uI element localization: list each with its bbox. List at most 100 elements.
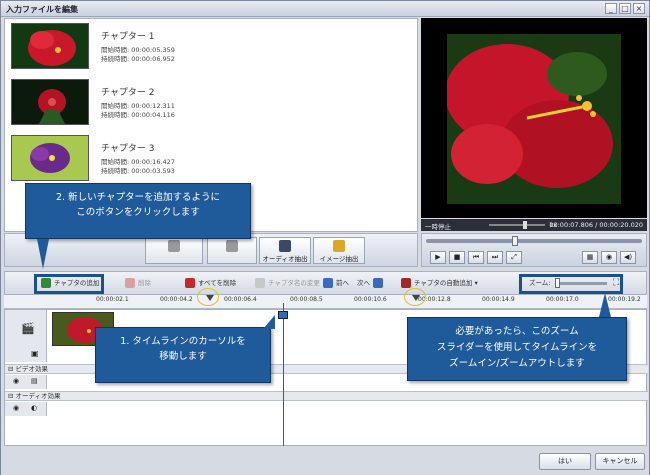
audio-export-label: オーディオ抽出 <box>262 255 308 263</box>
image-icon <box>333 240 345 252</box>
title-bar: 入力ファイルを編集 _ □ × <box>1 1 649 17</box>
delete-icon <box>125 278 135 288</box>
timeline-ruler[interactable]: 00:00:02.1 00:00:04.2 00:00:06.4 00:00:0… <box>4 295 647 309</box>
chapter-duration: 持続時間: 00:00:06.952 <box>101 55 175 63</box>
play-button[interactable]: ▶ <box>430 251 446 264</box>
rename-icon <box>255 278 265 288</box>
chapter-title: チャプター 1 <box>101 32 155 42</box>
rename-chapter-button[interactable]: チャプタ名の変更 <box>255 276 320 291</box>
seek-knob[interactable] <box>512 236 518 246</box>
volume-icon[interactable]: ◀) <box>620 251 636 264</box>
delete-label: 削除 <box>138 279 151 287</box>
callout-add-chapter-line1: 2. 新しいチャプターを追加するように <box>56 192 220 203</box>
audio-export-button[interactable]: オーディオ抽出 <box>259 237 311 264</box>
delete-all-icon <box>185 278 195 288</box>
clapper-icon: 🎬 <box>21 322 35 335</box>
chapter-item-2[interactable]: チャプター 2 開始時間: 00:00:12.311 持続時間: 00:00:0… <box>5 75 417 131</box>
delete-all-label: すべてを削除 <box>198 279 237 287</box>
chapter-thumbnail <box>11 23 89 69</box>
audio-effects-track-header: ◉ ◐ <box>5 402 47 416</box>
audio-track-icon: ▣ <box>31 349 39 358</box>
edit-input-file-window: 入力ファイルを編集 _ □ × チャプター 1 開始時間: 00:00:05.3… <box>0 0 650 475</box>
camera-icon[interactable]: ◉ <box>601 251 617 264</box>
callout-zoom-line2: スライダーを使用してタイムラインを <box>436 342 598 353</box>
chapter-thumbnail <box>11 79 89 125</box>
audio-track-header: ▣ <box>5 348 47 362</box>
video-effects-label: ビデオ効果 <box>15 365 49 373</box>
prev-frame-button[interactable]: ⏮ <box>468 251 484 264</box>
timeline-cursor-handle[interactable] <box>278 311 288 319</box>
window-controls: _ □ × <box>605 3 645 14</box>
chapter-duration: 持続時間: 00:00:04.116 <box>101 111 175 119</box>
eye-icon[interactable]: ◉ <box>13 377 19 385</box>
auto-add-icon <box>401 278 411 288</box>
effect-icon: ▤ <box>31 377 38 385</box>
delete-button[interactable]: 削除 <box>125 276 151 291</box>
ok-button[interactable]: はい <box>539 453 591 470</box>
callout-add-chapter-line2: このボタンをクリックします <box>76 207 200 218</box>
player-status-bar: 一時停止 1x 00:00:07.806 / 00:00:20.020 <box>421 219 647 231</box>
split-button[interactable] <box>207 237 257 264</box>
callout-cursor-line1: 1. タイムラインのカーソルを <box>120 336 246 347</box>
ruler-tick: 00:00:06.4 <box>224 296 257 303</box>
stop-button[interactable]: ■ <box>449 251 465 264</box>
next-frame-button[interactable]: ⏭ <box>487 251 503 264</box>
ruler-tick: 00:00:19.2 <box>608 296 641 303</box>
transport-controls: ▶ ■ ⏮ ⏭ ⤢ ▦ ◉ ◀) <box>421 233 647 267</box>
fullscreen-button[interactable]: ⤢ <box>506 251 522 264</box>
callout-pointer <box>37 239 49 269</box>
video-preview <box>421 18 647 218</box>
video-track-header: 🎬 <box>5 310 47 348</box>
ruler-tick: 00:00:14.9 <box>482 296 515 303</box>
next-label: 次へ <box>357 279 370 287</box>
timeline-cursor-line <box>283 303 284 446</box>
minimize-button[interactable]: _ <box>605 3 617 14</box>
ruler-tick: 00:00:02.1 <box>96 296 129 303</box>
maximize-button[interactable]: □ <box>619 3 631 14</box>
chapter-item-1[interactable]: チャプター 1 開始時間: 00:00:05.359 持続時間: 00:00:0… <box>5 19 417 75</box>
prev-label: 前へ <box>336 279 349 287</box>
arrow-right-icon <box>373 278 383 288</box>
film-icon[interactable]: ▦ <box>582 251 598 264</box>
ruler-tick: 00:00:04.2 <box>160 296 193 303</box>
prev-chapter-button[interactable]: 前へ <box>323 276 349 291</box>
cancel-button[interactable]: キャンセル <box>595 453 645 470</box>
next-chapter-button[interactable]: 次へ <box>357 276 386 291</box>
callout-zoom-line1: 必要があったら、このズーム <box>455 326 579 337</box>
callout-zoom: 必要があったら、このズーム スライダーを使用してタイムラインを ズームイン/ズー… <box>407 317 627 381</box>
rename-label: チャプタ名の変更 <box>268 279 320 287</box>
sound-effect-icon: ◐ <box>31 404 38 412</box>
playback-time: 00:00:07.806 / 00:00:20.020 <box>549 221 643 229</box>
ruler-tick: 00:00:08.5 <box>290 296 323 303</box>
eye-icon[interactable]: ◉ <box>13 404 19 412</box>
audio-effects-section[interactable]: ⊟ オーディオ効果 <box>5 391 648 401</box>
audio-effects-label: オーディオ効果 <box>15 392 61 400</box>
seek-bar[interactable] <box>426 236 642 246</box>
callout-cursor-line2: 移動します <box>159 351 207 362</box>
zoom-highlight <box>519 274 623 294</box>
callout-pointer <box>263 315 275 329</box>
speed-slider[interactable] <box>489 221 545 229</box>
arrow-left-icon <box>323 278 333 288</box>
speaker-icon <box>279 240 291 252</box>
chapter-marker-circle <box>404 288 426 306</box>
dialog-buttons: はい キャンセル <box>1 447 649 475</box>
callout-add-chapter: 2. 新しいチャプターを追加するように このボタンをクリックします <box>25 183 251 239</box>
auto-add-label: チャプタの自動追加 <box>414 279 473 287</box>
chapter-title: チャプター 3 <box>101 144 155 154</box>
image-export-button[interactable]: イメージ抽出 <box>313 237 365 264</box>
callout-pointer <box>599 293 611 317</box>
trim-button[interactable] <box>145 237 203 264</box>
chapter-marker-circle <box>197 288 219 306</box>
video-effects-track-header: ◉ ▤ <box>5 375 47 389</box>
preview-frame <box>447 34 621 204</box>
chapter-item-3[interactable]: チャプター 3 開始時間: 00:00:16.427 持続時間: 00:00:0… <box>5 131 417 187</box>
ruler-tick: 00:00:10.6 <box>354 296 387 303</box>
close-button[interactable]: × <box>633 3 645 14</box>
add-chapter-highlight <box>34 274 104 294</box>
callout-cursor: 1. タイムラインのカーソルを 移動します <box>95 327 271 383</box>
chapter-duration: 持続時間: 00:00:03.593 <box>101 167 175 175</box>
playback-status: 一時停止 <box>425 223 451 231</box>
chapter-title: チャプター 2 <box>101 88 155 98</box>
callout-zoom-line3: ズームイン/ズームアウトします <box>449 358 585 369</box>
